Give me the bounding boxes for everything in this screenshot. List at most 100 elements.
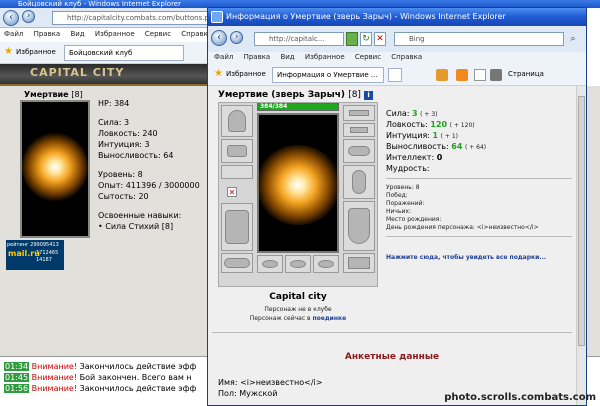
- chat-time[interactable]: 01:45: [4, 373, 30, 382]
- search-icon[interactable]: ⌕: [566, 32, 580, 46]
- bracers-slot[interactable]: [221, 139, 253, 163]
- bg-skills-title: Освоенные навыки:: [98, 211, 182, 220]
- bg-skill-item: • Сила Стихий [8]: [98, 222, 174, 231]
- refresh-icon[interactable]: ↻: [360, 32, 372, 46]
- new-tab-button[interactable]: [388, 68, 402, 82]
- divider: [212, 332, 572, 333]
- bg-address-bar: ‹ › http://capitalcity.combats.com/butto…: [0, 8, 210, 28]
- forward-button[interactable]: ›: [22, 10, 35, 23]
- mail-icon[interactable]: [474, 69, 486, 81]
- hp-text: 384/384: [260, 103, 288, 110]
- scrollbar-thumb[interactable]: [578, 96, 585, 346]
- stat-strength: Сила: 3 ( + 3): [386, 108, 486, 119]
- bg-intuition: Интуиция: 3: [98, 140, 150, 149]
- site-logo: CAPITAL CITY: [30, 66, 125, 79]
- stat-intuition: Интуиция: 1 ( + 1): [386, 130, 486, 141]
- character-portrait[interactable]: [255, 113, 341, 253]
- bg-strength: Сила: 3: [98, 118, 130, 127]
- bg-level: Уровень: 8: [98, 170, 143, 179]
- chat-warning: Внимание!: [31, 384, 78, 393]
- chat-text: Закончилось действие эфф: [79, 384, 197, 393]
- ring-slot[interactable]: [313, 255, 339, 273]
- stat-value: 0: [436, 153, 443, 162]
- chat-warning: Внимание!: [31, 362, 78, 371]
- chat-time[interactable]: 01:34: [4, 362, 30, 371]
- offhand-slot[interactable]: [343, 165, 375, 199]
- bg-satiety: Сытость: 20: [98, 192, 149, 201]
- stat-label: Ловкость:: [386, 120, 428, 129]
- char-level: [8]: [348, 90, 361, 100]
- chat-time[interactable]: 01:56: [4, 384, 30, 393]
- bg-tab[interactable]: Бойцовский клуб: [64, 45, 184, 61]
- popup-menu-tools[interactable]: Сервис: [355, 53, 381, 61]
- popup-back-button[interactable]: ‹: [211, 30, 227, 46]
- helmet-slot[interactable]: [221, 105, 253, 137]
- popup-favorites-label[interactable]: Избранное: [226, 70, 266, 78]
- popup-tab[interactable]: Информация о Умертвие ...: [272, 67, 384, 83]
- popup-menu-file[interactable]: Файл: [214, 53, 233, 61]
- stat-value: 64: [451, 142, 463, 151]
- necklace-slot[interactable]: [343, 139, 375, 163]
- info-icon[interactable]: i: [364, 91, 374, 100]
- home-icon[interactable]: [436, 69, 448, 81]
- empty-slot[interactable]: [221, 165, 253, 179]
- boots-slot[interactable]: [343, 253, 375, 273]
- stat-bonus: ( + 3): [420, 111, 438, 118]
- ring-slot[interactable]: [285, 255, 311, 273]
- rating-badge[interactable]: рейтинг 299095413 mail.ru 1712465 14187: [6, 240, 64, 270]
- gloves-slot[interactable]: [343, 123, 375, 137]
- feeds-icon[interactable]: [456, 69, 468, 81]
- bg-agility: Ловкость: 240: [98, 129, 158, 138]
- popup-url-input[interactable]: http://capitalc...: [254, 32, 344, 46]
- stat-value: 1: [432, 131, 439, 140]
- bg-portrait-glow: [22, 132, 88, 202]
- stat-label: Сила:: [386, 109, 410, 118]
- city-name: Capital city: [269, 292, 327, 302]
- bg-tab-label: Бойцовский клуб: [69, 49, 133, 57]
- popup-menu-view[interactable]: Вид: [280, 53, 294, 61]
- stat-label: Выносливость:: [386, 142, 449, 151]
- popup-favorites-star-icon: ★: [214, 68, 223, 79]
- stat-label: Мудрость:: [386, 164, 430, 173]
- badge-num-2: 14187: [36, 257, 52, 263]
- divider: [386, 236, 572, 237]
- bg-endurance: Выносливость: 64: [98, 151, 174, 160]
- bg-menu-file[interactable]: Файл: [4, 30, 23, 38]
- popup-forward-button[interactable]: ›: [230, 31, 243, 44]
- stat-bonus: ( + 1): [440, 133, 458, 140]
- stat-bonus: ( + 120): [449, 122, 475, 129]
- ring-slot[interactable]: [257, 255, 283, 273]
- gifts-link[interactable]: Нажмите сюда, чтобы увидеть все подарки.…: [386, 254, 546, 261]
- stat-wisdom: Мудрость:: [386, 163, 486, 174]
- armor-slot[interactable]: [221, 203, 253, 251]
- weapon-slot[interactable]: [343, 105, 375, 121]
- belt-slot[interactable]: [221, 253, 253, 273]
- bg-menu-edit[interactable]: Правка: [34, 30, 61, 38]
- popup-menu-help[interactable]: Справка: [391, 53, 422, 61]
- print-icon[interactable]: [490, 69, 502, 81]
- bg-character-portrait: [20, 100, 90, 238]
- popup-search-input[interactable]: Bing: [394, 32, 564, 46]
- popup-menu-favorites[interactable]: Избранное: [305, 53, 345, 61]
- bg-char-name[interactable]: Умертвие: [24, 90, 69, 99]
- badge-num-1: 1712465: [36, 250, 59, 256]
- popup-scrollbar[interactable]: [576, 86, 586, 405]
- back-button[interactable]: ‹: [3, 10, 19, 26]
- stat-value: 3: [412, 109, 418, 118]
- club-status: Персонаж не в клубе: [264, 306, 332, 313]
- page-menu[interactable]: Страница: [508, 70, 544, 78]
- bg-favorites-bar: ★ Избранное Бойцовский клуб: [0, 42, 210, 64]
- fight-link[interactable]: поединке: [312, 315, 346, 322]
- bg-menu-view[interactable]: Вид: [70, 30, 84, 38]
- chat-text: Бой закончен. Всего вам н: [79, 373, 192, 382]
- compat-view-icon[interactable]: [346, 32, 358, 46]
- stop-icon[interactable]: ✕: [374, 32, 386, 46]
- bg-url-input[interactable]: http://capitalcity.combats.com/buttons.p…: [52, 11, 210, 25]
- shield-slot[interactable]: [343, 201, 375, 251]
- char-title: Умертвие (зверь Зарыч): [218, 90, 346, 100]
- bg-favorites-label[interactable]: Избранное: [16, 48, 56, 56]
- bg-char-name-line: Умертвие [8]: [24, 90, 83, 99]
- popup-menu-edit[interactable]: Правка: [244, 53, 271, 61]
- bg-menu-tools[interactable]: Сервис: [145, 30, 171, 38]
- bg-menu-favorites[interactable]: Избранное: [95, 30, 135, 38]
